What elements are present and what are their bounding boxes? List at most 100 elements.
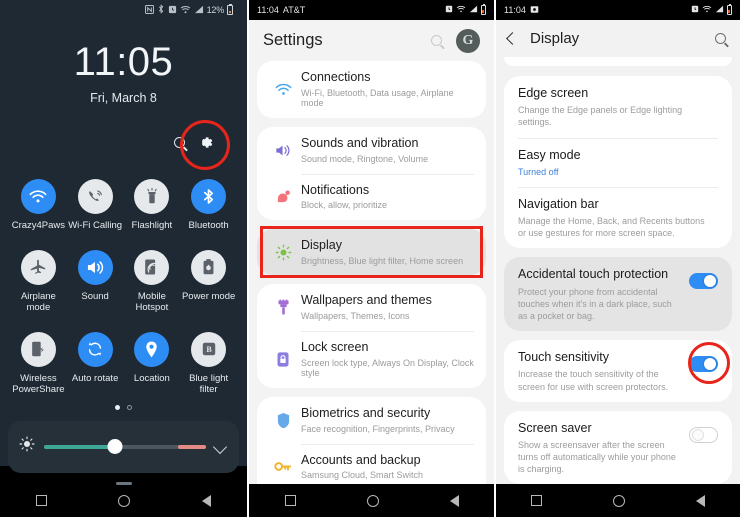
touch-sensitivity-toggle[interactable] — [689, 356, 718, 373]
display-row-navigation-bar[interactable]: Navigation bar Manage the Home, Back, an… — [504, 186, 732, 249]
slider-handle[interactable] — [107, 438, 123, 454]
hotspot-icon — [134, 249, 170, 285]
back-triangle-icon[interactable] — [695, 494, 705, 507]
quick-settings-tiles: Crazy4Paws Wi-Fi Calling Flashlight Blue… — [0, 173, 247, 410]
accidental-touch-toggle[interactable] — [689, 273, 718, 290]
tile-label: Wi-Fi Calling — [68, 220, 123, 231]
tile-flashlight[interactable]: Flashlight — [124, 179, 181, 232]
drag-handle[interactable] — [115, 482, 132, 485]
settings-row-accounts-and-backup[interactable]: Accounts and backup Samsung Cloud, Smart… — [257, 443, 486, 484]
display-row-edge-screen[interactable]: Edge screen Change the Edge panels or Ed… — [504, 76, 732, 138]
flashlight-icon — [134, 179, 170, 214]
settings-row-lock-screen[interactable]: Lock screen Screen lock type, Always On … — [257, 330, 486, 388]
brightness-slider[interactable] — [44, 438, 206, 454]
tile-blue-light-filter[interactable]: B Blue light filter — [180, 331, 237, 396]
settings-row-title: Notifications — [301, 182, 370, 197]
signal-icon — [194, 5, 204, 16]
settings-row-sounds-and-vibration[interactable]: Sounds and vibration Sound mode, Rington… — [257, 127, 486, 173]
toggle-knob — [704, 275, 716, 288]
settings-row-subtitle: Screen lock type, Always On Display, Clo… — [301, 357, 474, 379]
settings-row-subtitle: Block, allow, prioritize — [301, 200, 388, 211]
tile-sound[interactable]: Sound — [67, 249, 124, 314]
home-circle-icon[interactable] — [366, 494, 379, 507]
tile-power-mode[interactable]: Power mode — [180, 249, 237, 314]
avatar[interactable]: G — [456, 29, 480, 53]
recents-square-icon[interactable] — [35, 495, 47, 506]
tile-mobile-hotspot[interactable]: Mobile Hotspot — [124, 249, 181, 314]
settings-row-text: Display Brightness, Blue light filter, H… — [297, 238, 463, 266]
location-pin-icon — [134, 331, 170, 367]
status-carrier: AT&T — [282, 5, 306, 15]
display-row-accidental-touch-protection[interactable]: Accidental touch protection Protect your… — [504, 257, 732, 331]
brightness-icon — [19, 436, 35, 457]
screen-saver-toggle[interactable] — [689, 426, 718, 443]
display-row-text: Easy mode Turned off — [518, 147, 718, 178]
speaker-icon — [77, 249, 113, 285]
signal-icon — [715, 5, 724, 15]
paintbrush-icon — [269, 299, 297, 316]
panel-quick-settings: 12% 11:05 Fri, March 8 Crazy4Paws Wi-Fi … — [0, 0, 247, 517]
display-row-title: Accidental touch protection — [518, 267, 669, 282]
display-row-subtitle: Show a screensaver after the screen turn… — [518, 439, 676, 475]
lock-icon — [269, 351, 297, 368]
tile-auto-rotate[interactable]: Auto rotate — [67, 331, 124, 396]
status-bar-panel3: 11:04 — [496, 0, 740, 20]
display-row-touch-sensitivity[interactable]: Touch sensitivity Increase the touch sen… — [504, 340, 732, 402]
settings-row-connections[interactable]: Connections Wi-Fi, Bluetooth, Data usage… — [257, 61, 486, 118]
settings-row-display[interactable]: Display Brightness, Blue light filter, H… — [257, 229, 486, 275]
clock-time: 11:05 — [73, 40, 174, 84]
display-row-easy-mode[interactable]: Easy mode Turned off — [504, 137, 732, 187]
key-icon — [269, 459, 297, 475]
settings-row-title: Connections — [301, 70, 371, 84]
chevron-down-icon[interactable] — [212, 439, 228, 454]
search-icon[interactable] — [431, 35, 442, 46]
tile-row: Crazy4Paws Wi-Fi Calling Flashlight Blue… — [10, 179, 237, 232]
tile-row: Airplane mode Sound Mobile Hotspot Power… — [10, 249, 237, 314]
tile-location[interactable]: Location — [124, 331, 181, 396]
three-panel-screenshot: 12% 11:05 Fri, March 8 Crazy4Paws Wi-Fi … — [0, 0, 740, 517]
settings-row-subtitle: Wallpapers, Themes, Icons — [301, 311, 410, 322]
home-circle-icon[interactable] — [118, 494, 131, 507]
tile-wireless-powershare[interactable]: Wireless PowerShare — [10, 331, 67, 396]
display-row-title: Navigation bar — [518, 196, 599, 211]
tile-label: Sound — [81, 290, 109, 302]
alarm-icon — [168, 5, 177, 16]
speaker-icon — [269, 143, 297, 158]
settings-row-wallpapers-and-themes[interactable]: Wallpapers and themes Wallpapers, Themes… — [257, 284, 486, 330]
settings-scroll-area: Settings G Connections Wi-Fi, Bluetooth,… — [249, 20, 494, 484]
display-scroll-area: Display Edge screen Change the Edge pane… — [496, 20, 740, 484]
settings-row-subtitle: Face recognition, Fingerprints, Privacy — [301, 423, 455, 434]
display-row-screen-saver[interactable]: Screen saver Show a screensaver after th… — [504, 411, 732, 484]
settings-group: Wallpapers and themes Wallpapers, Themes… — [257, 284, 486, 389]
search-icon[interactable] — [715, 33, 726, 44]
back-triangle-icon[interactable] — [202, 494, 212, 507]
settings-header: Settings G — [249, 20, 494, 61]
settings-row-biometrics-and-security[interactable]: Biometrics and security Face recognition… — [257, 397, 486, 443]
page-dot-active[interactable] — [115, 404, 120, 410]
settings-group: Connections Wi-Fi, Bluetooth, Data usage… — [257, 61, 486, 119]
nfc-icon — [144, 4, 154, 16]
display-card-accidental-touch: Accidental touch protection Protect your… — [504, 257, 732, 332]
home-circle-icon[interactable] — [612, 494, 625, 507]
toggle-knob — [691, 428, 704, 441]
panel-display-settings: 11:04 Display Edge screen Change the Edg… — [494, 0, 740, 517]
chevron-left-icon[interactable] — [506, 32, 519, 45]
tile-wifi-calling[interactable]: Wi-Fi Calling — [67, 179, 124, 232]
tile-label: Location — [133, 372, 170, 384]
page-dot[interactable] — [127, 404, 132, 410]
tile-airplane-mode[interactable]: Airplane mode — [10, 249, 67, 314]
panel-settings: 11:04 AT&T Settings G Connections Wi-Fi,… — [247, 0, 494, 517]
back-triangle-icon[interactable] — [449, 494, 459, 507]
tile-crazy4paws[interactable]: Crazy4Paws — [10, 179, 67, 232]
quick-settings-header — [0, 119, 247, 173]
notification-icon — [269, 189, 297, 204]
settings-row-notifications[interactable]: Notifications Block, allow, prioritize — [257, 173, 486, 220]
recents-square-icon[interactable] — [531, 495, 543, 506]
settings-row-title: Display — [301, 238, 342, 253]
tile-label: Power mode — [181, 290, 236, 302]
tile-bluetooth[interactable]: Bluetooth — [180, 179, 237, 232]
display-row-subtitle: Manage the Home, Back, and Recents butto… — [518, 216, 705, 239]
recents-square-icon[interactable] — [284, 495, 296, 506]
display-card-touch-sensitivity: Touch sensitivity Increase the touch sen… — [504, 340, 732, 402]
bluetooth-icon — [157, 4, 165, 16]
